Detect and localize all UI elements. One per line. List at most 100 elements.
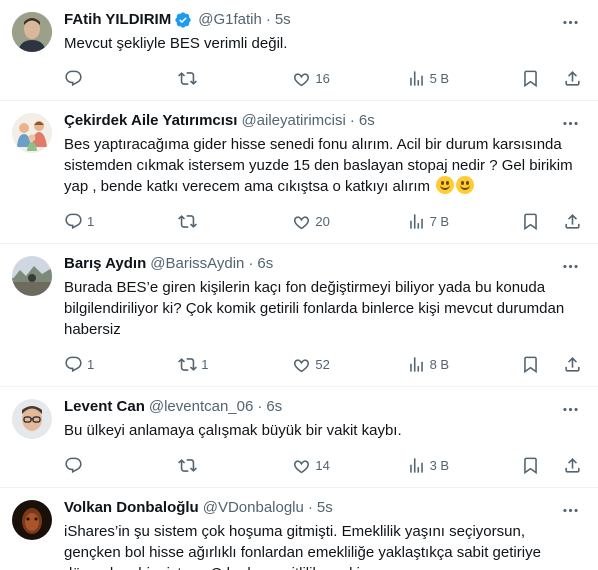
separator-dot: · (265, 11, 271, 28)
more-options-icon[interactable] (560, 256, 580, 276)
timestamp[interactable]: 6s (359, 111, 375, 131)
action-bar: 14 3 B (64, 447, 582, 483)
separator-dot: · (257, 398, 263, 415)
author-name[interactable]: Volkan Donbaloğlu (64, 498, 199, 518)
reply-count: 1 (87, 356, 95, 372)
separator-dot: · (307, 499, 313, 516)
bookmark-button[interactable] (521, 355, 561, 374)
heart-icon (294, 459, 310, 473)
share-icon (565, 70, 580, 86)
like-button[interactable]: 52 (292, 355, 404, 374)
retweet-icon (178, 357, 198, 371)
analytics-icon (409, 356, 423, 372)
reply-button[interactable]: 1 (64, 212, 176, 231)
views-button[interactable]: 5 B (407, 69, 519, 88)
retweet-count: 1 (201, 356, 209, 372)
share-button[interactable] (563, 456, 582, 475)
verified-badge-icon (174, 11, 192, 29)
tweet[interactable]: FAtih YILDIRIM @G1fatih · 5s Mevcut şekl… (0, 0, 598, 101)
avatar[interactable] (12, 113, 52, 153)
timeline: FAtih YILDIRIM @G1fatih · 5s Mevcut şekl… (0, 0, 598, 570)
retweet-button[interactable] (178, 212, 290, 231)
retweet-icon (178, 214, 198, 228)
tweet-text: Mevcut şekliyle BES verimli değil. (64, 35, 288, 52)
action-bar: 16 5 B (64, 60, 582, 96)
reply-icon (65, 213, 82, 229)
like-count: 20 (315, 213, 330, 229)
reply-count: 1 (87, 213, 95, 229)
author-handle[interactable]: @aileyatirimcisi (241, 111, 345, 131)
slightly-smiling-face-icon (436, 176, 455, 194)
author-name[interactable]: Çekirdek Aile Yatırımcısı (64, 111, 237, 131)
view-count: 8 B (429, 356, 450, 372)
like-count: 14 (315, 457, 330, 473)
share-icon (565, 457, 580, 473)
more-options-icon[interactable] (560, 12, 580, 32)
author-handle[interactable]: @leventcan_06 (149, 397, 253, 417)
bookmark-button[interactable] (521, 212, 561, 231)
action-bar: 1 20 7 B (64, 203, 582, 239)
heart-icon (294, 358, 310, 372)
share-button[interactable] (563, 212, 582, 231)
separator-dot: · (349, 112, 355, 129)
like-button[interactable]: 20 (292, 212, 404, 231)
more-options-icon[interactable] (560, 113, 580, 133)
share-icon (565, 213, 580, 229)
tweet[interactable]: Barış Aydın @BarissAydin · 6s Burada BES… (0, 244, 598, 387)
like-button[interactable]: 14 (292, 456, 404, 475)
author-handle[interactable]: @VDonbaloglu (203, 498, 304, 518)
share-button[interactable] (563, 69, 582, 88)
tweet[interactable]: Levent Can @leventcan_06 · 6s Bu ülkeyi … (0, 387, 598, 488)
avatar[interactable] (12, 12, 52, 52)
timestamp[interactable]: 5s (275, 10, 291, 30)
retweet-icon (178, 458, 198, 472)
tweet-text: Bu ülkeyi anlamaya çalışmak büyük bir va… (64, 422, 402, 439)
retweet-button[interactable] (178, 456, 290, 475)
reply-icon (65, 70, 82, 86)
tweet[interactable]: Çekirdek Aile Yatırımcısı @aileyatirimci… (0, 101, 598, 244)
slightly-smiling-face-icon (456, 176, 475, 194)
avatar[interactable] (12, 500, 52, 540)
view-count: 7 B (429, 213, 450, 229)
view-count: 3 B (429, 457, 450, 473)
author-name[interactable]: Levent Can (64, 397, 145, 417)
bookmark-icon (523, 70, 537, 87)
share-button[interactable] (563, 355, 582, 374)
retweet-button[interactable] (178, 69, 290, 88)
analytics-icon (409, 457, 423, 473)
bookmark-button[interactable] (521, 456, 561, 475)
retweet-icon (178, 71, 198, 85)
more-options-icon[interactable] (560, 399, 580, 419)
timestamp[interactable]: 6s (266, 397, 282, 417)
views-button[interactable]: 3 B (407, 456, 519, 475)
views-button[interactable]: 8 B (407, 355, 519, 374)
avatar[interactable] (12, 256, 52, 296)
bookmark-icon (523, 457, 537, 474)
like-count: 52 (315, 356, 330, 372)
author-handle[interactable]: @G1fatih (198, 10, 262, 30)
avatar[interactable] (12, 399, 52, 439)
views-button[interactable]: 7 B (407, 212, 519, 231)
author-handle[interactable]: @BarissAydin (150, 254, 244, 274)
tweet-text: Bes yaptıracağıma gider hisse senedi fon… (64, 136, 573, 195)
action-bar: 1 1 52 8 B (64, 346, 582, 382)
reply-icon (65, 356, 82, 372)
author-name[interactable]: FAtih YILDIRIM (64, 10, 171, 30)
bookmark-button[interactable] (521, 69, 561, 88)
more-options-icon[interactable] (560, 500, 580, 520)
bookmark-icon (523, 356, 537, 373)
reply-button[interactable]: 1 (64, 355, 176, 374)
reply-button[interactable] (64, 456, 176, 475)
reply-button[interactable] (64, 69, 176, 88)
analytics-icon (409, 213, 423, 229)
tweet-text: Burada BES’e giren kişilerin kaçı fon de… (64, 279, 565, 338)
timestamp[interactable]: 5s (317, 498, 333, 518)
tweet[interactable]: Volkan Donbaloğlu @VDonbaloglu · 5s iSha… (0, 488, 598, 570)
author-name[interactable]: Barış Aydın (64, 254, 146, 274)
like-button[interactable]: 16 (292, 69, 404, 88)
view-count: 5 B (429, 70, 450, 86)
share-icon (565, 356, 580, 372)
retweet-button[interactable]: 1 (178, 355, 290, 374)
tweet-text-wrapper: Bes yaptıracağıma gider hisse senedi fon… (64, 134, 582, 197)
timestamp[interactable]: 6s (257, 254, 273, 274)
